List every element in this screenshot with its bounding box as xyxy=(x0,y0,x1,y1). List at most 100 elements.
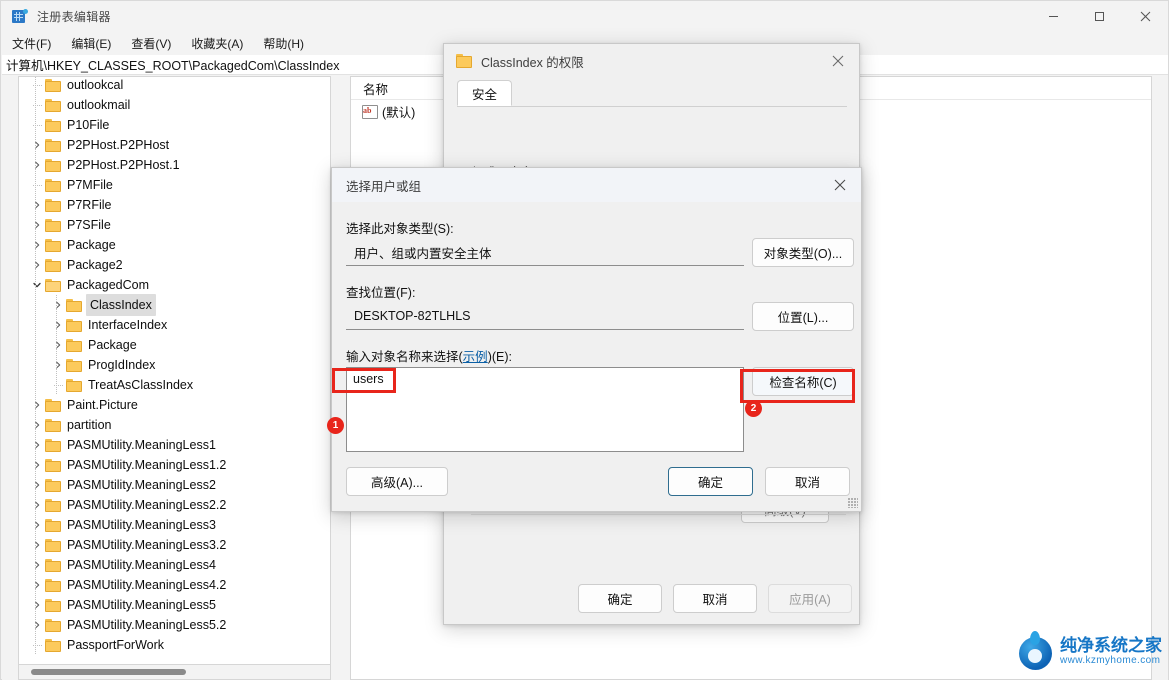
chevron-right-icon[interactable] xyxy=(29,481,45,489)
tree-item[interactable]: InterfaceIndex xyxy=(19,315,330,335)
close-icon[interactable] xyxy=(819,168,861,201)
maximize-icon[interactable] xyxy=(1076,1,1122,32)
tree-item[interactable]: Package xyxy=(19,235,330,255)
tree-item[interactable]: PackagedCom xyxy=(19,275,330,295)
chevron-right-icon[interactable] xyxy=(29,161,45,169)
tree-item-label: PASMUtility.MeaningLess3.2 xyxy=(67,538,227,552)
tree-item[interactable]: PASMUtility.MeaningLess4.2 xyxy=(19,575,330,595)
chevron-right-icon[interactable] xyxy=(29,141,45,149)
chevron-right-icon[interactable] xyxy=(29,581,45,589)
permissions-cancel-button[interactable]: 取消 xyxy=(673,584,757,613)
tree-item[interactable]: PASMUtility.MeaningLess1.2 xyxy=(19,455,330,475)
chevron-right-icon[interactable] xyxy=(29,401,45,409)
menu-view[interactable]: 查看(V) xyxy=(122,33,180,54)
chevron-right-icon[interactable] xyxy=(50,301,66,309)
permissions-ok-button[interactable]: 确定 xyxy=(578,584,662,613)
chevron-right-icon[interactable] xyxy=(29,561,45,569)
tree-item[interactable]: ProgIdIndex xyxy=(19,355,330,375)
tree-horizontal-scrollbar[interactable] xyxy=(18,665,331,680)
tree-item[interactable]: PASMUtility.MeaningLess5 xyxy=(19,595,330,615)
chevron-right-icon[interactable] xyxy=(29,461,45,469)
names-input[interactable]: users xyxy=(346,367,744,452)
tree-item[interactable]: PASMUtility.MeaningLess2.2 xyxy=(19,495,330,515)
tree-guide xyxy=(35,475,36,495)
tree-guide xyxy=(35,515,36,535)
tree-item[interactable]: P2PHost.P2PHost.1 xyxy=(19,155,330,175)
tree-item[interactable]: P7RFile xyxy=(19,195,330,215)
scrollbar-thumb[interactable] xyxy=(31,669,186,675)
chevron-right-icon[interactable] xyxy=(29,201,45,209)
tree-item[interactable]: Package xyxy=(19,335,330,355)
examples-link[interactable]: 示例 xyxy=(463,350,488,364)
tree-item[interactable]: PASMUtility.MeaningLess2 xyxy=(19,475,330,495)
folder-icon xyxy=(45,138,62,152)
tree-item[interactable]: outlookmail xyxy=(19,95,330,115)
tree-item[interactable]: PASMUtility.MeaningLess5.2 xyxy=(19,615,330,635)
tree-item[interactable]: PASMUtility.MeaningLess3.2 xyxy=(19,535,330,555)
chevron-down-icon[interactable] xyxy=(29,281,45,289)
chevron-right-icon[interactable] xyxy=(50,361,66,369)
folder-icon xyxy=(66,378,83,392)
tree-item[interactable]: TreatAsClassIndex xyxy=(19,375,330,395)
select-dialog-titlebar: 选择用户或组 xyxy=(332,168,861,202)
chevron-right-icon[interactable] xyxy=(29,621,45,629)
select-user-or-group-dialog: 选择用户或组 选择此对象类型(S): 用户、组或内置安全主体 对象类型(O)..… xyxy=(331,167,862,512)
menu-favorites[interactable]: 收藏夹(A) xyxy=(182,33,252,54)
permissions-apply-button[interactable]: 应用(A) xyxy=(768,584,852,613)
tree-item[interactable]: P7SFile xyxy=(19,215,330,235)
chevron-right-icon[interactable] xyxy=(29,221,45,229)
window-controls xyxy=(1030,1,1168,32)
tree-item[interactable]: P2PHost.P2PHost xyxy=(19,135,330,155)
chevron-right-icon[interactable] xyxy=(29,421,45,429)
advanced-button[interactable]: 高级(A)... xyxy=(346,467,448,496)
tree-item[interactable]: outlookcal xyxy=(19,77,330,95)
chevron-right-icon[interactable] xyxy=(29,261,45,269)
folder-icon xyxy=(45,518,62,532)
close-icon[interactable] xyxy=(1122,1,1168,32)
chevron-right-icon[interactable] xyxy=(50,321,66,329)
minimize-icon[interactable] xyxy=(1030,1,1076,32)
chevron-right-icon[interactable] xyxy=(29,441,45,449)
tree-item[interactable]: PassportForWork xyxy=(19,635,330,655)
chevron-right-icon[interactable] xyxy=(50,341,66,349)
tree-guide xyxy=(33,125,42,126)
object-type-field[interactable]: 用户、组或内置安全主体 xyxy=(346,239,744,266)
tree-item[interactable]: PASMUtility.MeaningLess1 xyxy=(19,435,330,455)
menu-file[interactable]: 文件(F) xyxy=(3,33,60,54)
tree-item[interactable]: P10File xyxy=(19,115,330,135)
cancel-button[interactable]: 取消 xyxy=(765,467,850,496)
folder-icon xyxy=(45,578,62,592)
folder-icon xyxy=(45,418,62,432)
location-field[interactable]: DESKTOP-82TLHLS xyxy=(346,303,744,330)
tree-item[interactable]: PASMUtility.MeaningLess3 xyxy=(19,515,330,535)
tree-item[interactable]: P7MFile xyxy=(19,175,330,195)
chevron-right-icon[interactable] xyxy=(29,601,45,609)
tree-item[interactable]: Package2 xyxy=(19,255,330,275)
tree-item-label: outlookmail xyxy=(67,98,131,112)
ok-button[interactable]: 确定 xyxy=(668,467,753,496)
registry-tree-pane[interactable]: outlookcal outlookmail P10File P2PHost.P2PH… xyxy=(18,76,331,665)
folder-icon xyxy=(45,78,62,92)
resize-grip[interactable] xyxy=(848,498,858,508)
location-button[interactable]: 位置(L)... xyxy=(752,302,854,331)
tree-item-label: P10File xyxy=(67,118,110,132)
annotation-rect-1 xyxy=(332,368,396,393)
tree-item-label: PASMUtility.MeaningLess2 xyxy=(67,478,216,492)
watermark-logo-icon xyxy=(1017,631,1057,671)
chevron-right-icon[interactable] xyxy=(29,521,45,529)
chevron-right-icon[interactable] xyxy=(29,241,45,249)
tab-security[interactable]: 安全 xyxy=(457,80,513,106)
tree-item[interactable]: partition xyxy=(19,415,330,435)
tree-item[interactable]: ClassIndex xyxy=(19,294,330,316)
tree-item[interactable]: PASMUtility.MeaningLess4 xyxy=(19,555,330,575)
folder-icon xyxy=(45,458,62,472)
chevron-right-icon[interactable] xyxy=(29,501,45,509)
object-type-button[interactable]: 对象类型(O)... xyxy=(752,238,854,267)
menu-edit[interactable]: 编辑(E) xyxy=(62,33,120,54)
permissions-dialog-titlebar: ClassIndex 的权限 xyxy=(444,44,859,78)
close-icon[interactable] xyxy=(817,44,859,77)
watermark-url: www.kzmyhome.com xyxy=(1060,654,1161,666)
menu-help[interactable]: 帮助(H) xyxy=(254,33,313,54)
tree-item[interactable]: Paint.Picture xyxy=(19,395,330,415)
chevron-right-icon[interactable] xyxy=(29,541,45,549)
